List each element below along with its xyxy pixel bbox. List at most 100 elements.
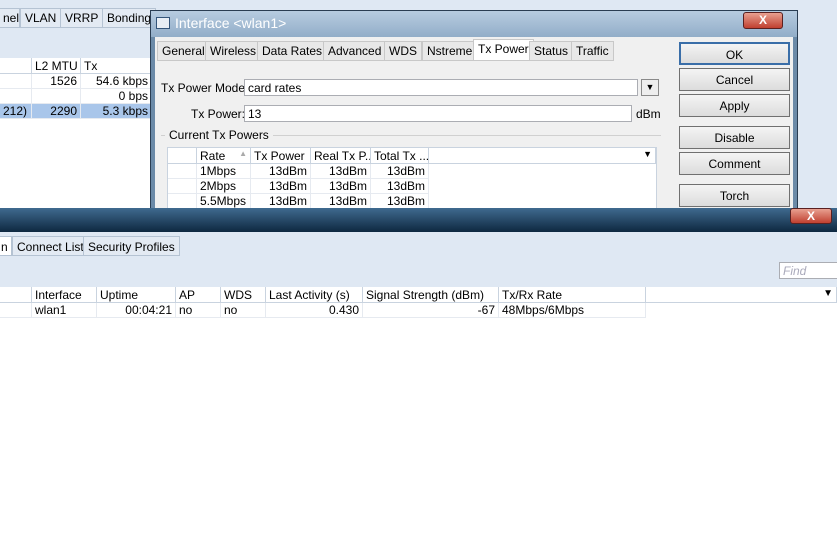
tx-power-label: Tx Power: [191, 107, 246, 121]
tab-tx-power[interactable]: Tx Power [473, 39, 534, 61]
table-cell [168, 194, 197, 209]
tab-wds[interactable]: WDS [384, 41, 422, 61]
table-cell: wlan1 [32, 303, 97, 318]
tx-power-unit: dBm [636, 107, 661, 121]
tx-power-table: Rate ▲ Tx Power Real Tx P... Total Tx ...… [167, 147, 657, 224]
table-row[interactable]: 0 bps [0, 89, 152, 104]
interface-dialog: Interface <wlan1> X General Wireless Dat… [150, 10, 798, 224]
col-l2mtu[interactable]: L2 MTU [32, 58, 81, 74]
sort-icon: ▲ [239, 149, 247, 158]
dialog-body: General Wireless Data Rates Advanced WDS… [155, 37, 793, 224]
registration-table: Interface Uptime AP WDS Last Activity (s) Sig… [0, 287, 837, 322]
table-cell [168, 164, 197, 179]
find-input[interactable]: Find [779, 262, 837, 279]
col-last-activity[interactable]: Last Activity (s) [266, 287, 363, 303]
tab-data-rates[interactable]: Data Rates [257, 41, 328, 61]
tab-bonding[interactable]: Bonding [102, 8, 157, 28]
table-cell: 13dBm [371, 194, 429, 209]
registration-window-title-bar[interactable]: X [0, 208, 837, 232]
interface-table: L2 MTU Tx 1526 54.6 kbps 0 bps 212) 2290… [0, 58, 152, 208]
col-real-tx-power[interactable]: Real Tx P... [311, 148, 371, 164]
columns-menu-icon[interactable]: ▼ [429, 148, 656, 164]
tx-power-mode-select[interactable]: card rates [244, 79, 638, 96]
col-blank [168, 148, 197, 164]
table-row[interactable]: 1Mbps 13dBm 13dBm 13dBm [168, 164, 656, 179]
tab-advanced[interactable]: Advanced [323, 41, 387, 61]
cell-tx: 0 bps [81, 89, 152, 104]
table-cell: 0.430 [266, 303, 363, 318]
table-row[interactable]: 5.5Mbps 13dBm 13dBm 13dBm [168, 194, 656, 209]
apply-button[interactable]: Apply [679, 94, 790, 117]
tab-vlan[interactable]: VLAN [20, 8, 62, 28]
columns-menu-icon[interactable]: ▼ [646, 287, 837, 303]
cancel-button[interactable]: Cancel [679, 68, 790, 91]
col-tx-power[interactable]: Tx Power [251, 148, 311, 164]
disable-button[interactable]: Disable [679, 126, 790, 149]
close-button[interactable]: X [743, 12, 783, 29]
col-rate-label: Rate [200, 149, 226, 163]
col-wds[interactable]: WDS [221, 287, 266, 303]
table-cell: no [221, 303, 266, 318]
col-interface[interactable]: Interface [32, 287, 97, 303]
col-total-tx-power[interactable]: Total Tx ... [371, 148, 429, 164]
cell-name [0, 89, 32, 104]
table-cell: 13dBm [371, 164, 429, 179]
cell-mtu: 1526 [32, 74, 81, 89]
cell-name: 212) [0, 104, 32, 119]
col-uptime[interactable]: Uptime [97, 287, 176, 303]
cell-mtu [32, 89, 81, 104]
col-tx[interactable]: Tx [81, 58, 152, 74]
comment-button[interactable]: Comment [679, 152, 790, 175]
tx-power-input[interactable]: 13 [244, 105, 632, 122]
col-ap[interactable]: AP [176, 287, 221, 303]
dialog-title: Interface <wlan1> [175, 15, 287, 31]
cell-tx: 54.6 kbps [81, 74, 152, 89]
tab-registration[interactable]: n [0, 236, 12, 256]
table-cell: 5.5Mbps [197, 194, 251, 209]
table-cell: 2Mbps [197, 179, 251, 194]
table-cell: 13dBm [251, 194, 311, 209]
ok-button[interactable]: OK [679, 42, 790, 65]
col-tx-rx-rate[interactable]: Tx/Rx Rate [499, 287, 646, 303]
table-cell [168, 179, 197, 194]
table-row[interactable]: 1526 54.6 kbps [0, 74, 152, 89]
table-cell: 13dBm [311, 164, 371, 179]
table-cell: 13dBm [251, 179, 311, 194]
tab-vrrp[interactable]: VRRP [60, 8, 104, 28]
table-row-selected[interactable]: 212) 2290 5.3 kbps [0, 104, 152, 119]
tab-security-profiles[interactable]: Security Profiles [83, 236, 180, 256]
col-flag[interactable] [0, 287, 32, 303]
tab-general[interactable]: General [157, 41, 210, 61]
col-rate[interactable]: Rate ▲ [197, 148, 251, 164]
table-cell: 13dBm [371, 179, 429, 194]
dialog-title-bar[interactable]: Interface <wlan1> X [151, 11, 797, 37]
dropdown-arrow-icon[interactable]: ▼ [641, 79, 659, 96]
table-row[interactable]: 2Mbps 13dBm 13dBm 13dBm [168, 179, 656, 194]
table-cell: 13dBm [251, 164, 311, 179]
col-signal-strength[interactable]: Signal Strength (dBm) [363, 287, 499, 303]
close-button[interactable]: X [790, 208, 832, 224]
tab-connect-list[interactable]: Connect List [12, 236, 89, 256]
registration-window: n Connect List Security Profiles Find In… [0, 232, 837, 322]
table-cell: 00:04:21 [97, 303, 176, 318]
table-cell: 13dBm [311, 179, 371, 194]
table-cell: 13dBm [311, 194, 371, 209]
table-cell [0, 303, 32, 318]
cell-tx: 5.3 kbps [81, 104, 152, 119]
tab-nstreme[interactable]: Nstreme [422, 41, 478, 61]
cell-mtu: 2290 [32, 104, 81, 119]
tx-power-mode-label: Tx Power Mode: [161, 81, 249, 95]
table-row[interactable]: wlan1 00:04:21 no no 0.430 -67 48Mbps/6Mbps [0, 303, 837, 318]
torch-button[interactable]: Torch [679, 184, 790, 207]
table-cell: 48Mbps/6Mbps [499, 303, 646, 318]
tab-traffic[interactable]: Traffic [571, 41, 614, 61]
cell-name [0, 74, 32, 89]
table-cell: no [176, 303, 221, 318]
table-cell: 1Mbps [197, 164, 251, 179]
tab-tunnel[interactable]: nel [0, 8, 20, 28]
tab-wireless[interactable]: Wireless [205, 41, 262, 61]
tab-status[interactable]: Status [529, 41, 574, 61]
window-icon [156, 17, 170, 29]
table-cell: -67 [363, 303, 499, 318]
col-name [0, 58, 32, 74]
